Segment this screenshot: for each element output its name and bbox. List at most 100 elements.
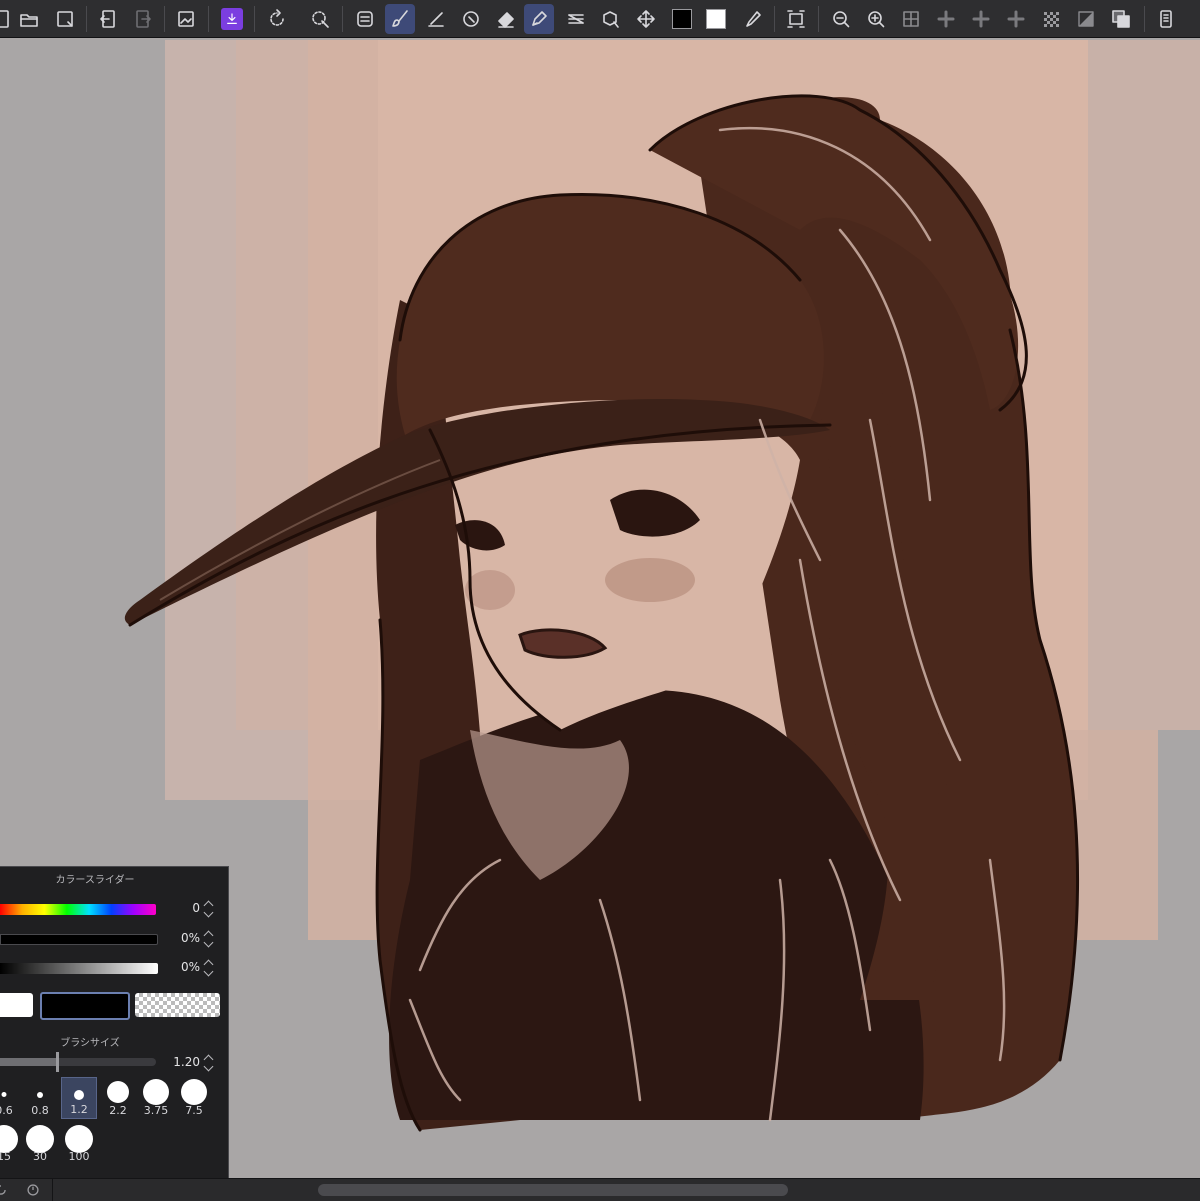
open-file-button[interactable] [14, 4, 44, 34]
canvas-panel [1088, 40, 1200, 730]
brush-size-value: 1.20 [173, 1055, 200, 1069]
eraser-tool-icon [498, 12, 514, 28]
line-tool-button[interactable] [421, 4, 451, 34]
rotate-left-icon[interactable] [0, 1181, 10, 1199]
save-file-button[interactable] [50, 4, 80, 34]
primary-color-button[interactable] [667, 4, 697, 34]
pen-tool-button[interactable] [524, 4, 554, 34]
3d-select-button[interactable] [596, 4, 626, 34]
eraser-tool-button[interactable] [491, 4, 521, 34]
add-icon [972, 10, 990, 28]
brush-preset-label: 0.8 [31, 1104, 49, 1117]
saturation-slider[interactable] [0, 934, 158, 945]
move-tool-icon [637, 10, 655, 28]
zoom-in-button[interactable] [861, 4, 891, 34]
export-icon [227, 13, 237, 24]
bottom-bar [0, 1178, 1200, 1201]
fit-canvas-icon [787, 10, 805, 28]
brush-preset[interactable]: 2.2 [100, 1077, 136, 1119]
reset-rotation-icon[interactable] [24, 1181, 42, 1199]
brush-dot-icon [1, 1092, 7, 1097]
move-tool-button[interactable] [631, 4, 661, 34]
saturation-value: 0% [180, 931, 200, 945]
hue-value: 0 [192, 901, 200, 915]
brush-size-handle[interactable] [56, 1052, 59, 1072]
brush-preset[interactable]: 3.75 [138, 1077, 174, 1119]
lasso-tool-button[interactable] [456, 4, 486, 34]
brush-dot-icon [65, 1125, 93, 1153]
layers-button[interactable] [561, 4, 591, 34]
color-slider-panel: カラースライダー 0 0% 0% ブラシサイズ 1.20 0.6 0.8 1.2 [0, 866, 229, 1178]
undo-icon [100, 10, 115, 28]
lasso-tool-icon [463, 11, 479, 27]
layer-list-button[interactable] [350, 4, 380, 34]
zoom-out-button[interactable] [826, 4, 856, 34]
rotate-canvas-icon [270, 9, 284, 26]
layer-blend-button[interactable] [1106, 4, 1136, 34]
brightness-value: 0% [180, 960, 200, 974]
color-panel-title: カラースライダー [55, 875, 135, 886]
eyedropper-button[interactable] [738, 4, 768, 34]
brightness-slider[interactable] [0, 963, 158, 974]
gallery-button[interactable] [171, 4, 201, 34]
brush-preset[interactable]: 15 [0, 1123, 22, 1165]
export-button[interactable] [221, 8, 243, 30]
layer-blend-icon [1112, 10, 1130, 28]
brush-preset[interactable]: 0.8 [22, 1077, 58, 1119]
brush-preset-label: 1.2 [70, 1103, 88, 1116]
brush-size-title: ブラシサイズ [60, 1038, 120, 1049]
brush-dot-icon [26, 1125, 54, 1153]
primary-color-swatch [672, 9, 692, 29]
secondary-color-button[interactable] [701, 4, 731, 34]
brush-size-fill [0, 1058, 58, 1066]
brush-preset-selected[interactable]: 1.2 [61, 1077, 97, 1119]
redo-icon [136, 10, 151, 28]
hue-stepper[interactable] [204, 900, 214, 918]
zoom-in-icon [868, 11, 885, 28]
3d-select-icon [603, 11, 619, 28]
layers-icon [568, 14, 584, 24]
brightness-stepper[interactable] [204, 959, 214, 977]
brush-preset[interactable]: 100 [61, 1123, 97, 1165]
brush-size-stepper[interactable] [204, 1054, 214, 1072]
brush-size-slider[interactable] [0, 1052, 156, 1072]
secondary-color-box[interactable] [40, 992, 130, 1020]
brush-preset-label: 3.75 [143, 1104, 169, 1117]
brush-preset-label: 0.6 [0, 1104, 13, 1117]
brush-dot-icon [74, 1090, 84, 1100]
add-button-3[interactable] [1001, 4, 1031, 34]
gradient-button[interactable] [1071, 4, 1101, 34]
transparent-color-box[interactable] [135, 993, 220, 1017]
brush-tool-icon [392, 10, 408, 27]
brush-preset[interactable]: 30 [22, 1123, 58, 1165]
horizontal-scrollbar[interactable] [318, 1184, 788, 1196]
brush-preset[interactable]: 0.6 [0, 1077, 22, 1119]
redo-button[interactable] [128, 4, 158, 34]
checker-pattern-button[interactable] [1036, 4, 1066, 34]
fit-canvas-button[interactable] [781, 4, 811, 34]
new-canvas-icon [0, 10, 9, 28]
hue-slider[interactable] [0, 904, 156, 915]
rotate-canvas-button[interactable] [262, 4, 292, 34]
brush-preset[interactable]: 7.5 [176, 1077, 212, 1119]
brush-dot-icon [0, 1125, 18, 1153]
line-tool-icon [428, 12, 444, 27]
view-mode-button[interactable] [896, 4, 926, 34]
brush-dot-icon [107, 1081, 129, 1103]
transform-button[interactable] [305, 4, 335, 34]
add-button-1[interactable] [931, 4, 961, 34]
gradient-icon [1078, 11, 1094, 27]
zoom-out-icon [833, 11, 850, 28]
eyedropper-icon [746, 11, 761, 27]
secondary-color-swatch [706, 9, 726, 29]
add-icon [937, 10, 955, 28]
gallery-icon [178, 11, 194, 27]
undo-button[interactable] [93, 4, 123, 34]
brush-preset-label: 15 [0, 1150, 11, 1163]
device-button[interactable] [1151, 4, 1181, 34]
add-button-2[interactable] [966, 4, 996, 34]
primary-color-box[interactable] [0, 993, 33, 1017]
saturation-stepper[interactable] [204, 930, 214, 948]
open-file-icon [20, 14, 38, 27]
brush-tool-button[interactable] [385, 4, 415, 34]
